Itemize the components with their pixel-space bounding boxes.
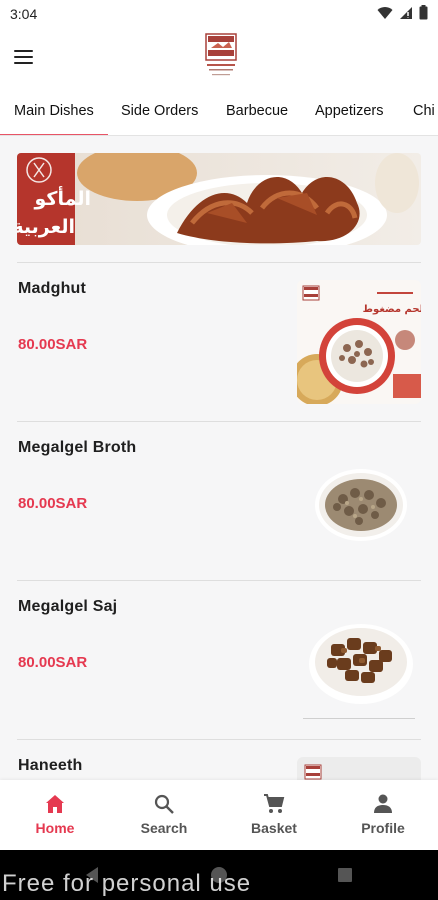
dish-name: Megalgel Broth xyxy=(18,439,137,456)
status-time: 3:04 xyxy=(10,6,38,22)
tab-appetizers[interactable]: Appetizers xyxy=(315,88,384,134)
search-icon xyxy=(154,794,174,814)
recents-icon[interactable] xyxy=(337,867,353,883)
dish-item-megalgel-saj[interactable]: Megalgel Saj 80.00SAR xyxy=(0,581,438,739)
dish-item-madghut[interactable]: Madghut 80.00SAR لحم مضغوط xyxy=(0,263,438,421)
wifi-icon xyxy=(377,6,393,19)
banner-title-line2: العربية xyxy=(17,216,75,238)
category-banner: المأكو العربية xyxy=(17,153,421,245)
app-bar xyxy=(0,28,438,88)
nav-profile[interactable]: Profile xyxy=(328,780,438,850)
bottom-navigation: Home Search Basket Profile xyxy=(0,780,438,850)
dish-image-megalgel-saj xyxy=(297,598,421,722)
dish-image-madghut: لحم مضغوط xyxy=(297,280,421,404)
battery-icon xyxy=(419,5,428,20)
dish-item-haneeth[interactable]: Haneeth xyxy=(0,740,438,780)
watermark-text: Free for personal use xyxy=(2,870,252,897)
dish-image-haneeth xyxy=(297,757,421,780)
dish-name: Haneeth xyxy=(18,757,83,774)
dish-name: Madghut xyxy=(18,280,87,297)
nav-profile-label: Profile xyxy=(361,820,405,836)
tab-main-dishes[interactable]: Main Dishes xyxy=(0,88,108,136)
madghut-photo-caption: لحم مضغوط xyxy=(363,304,421,315)
dish-list[interactable]: المأكو العربية Madghut 80.00SAR لحم مضغو… xyxy=(0,136,438,780)
banner-title-line1: المأكو xyxy=(34,186,91,210)
dish-item-megalgel-broth[interactable]: Megalgel Broth 80.00SAR xyxy=(0,422,438,580)
person-icon xyxy=(374,794,392,813)
tab-chi[interactable]: Chi xyxy=(413,88,435,134)
status-bar: 3:04 xyxy=(0,0,438,28)
category-tabs: Main Dishes Side Orders Barbecue Appetiz… xyxy=(0,88,438,136)
dish-image-megalgel-broth xyxy=(297,439,421,563)
menu-button[interactable] xyxy=(14,44,40,70)
home-icon xyxy=(46,795,64,813)
nav-search[interactable]: Search xyxy=(109,780,219,850)
signal-icon xyxy=(400,6,412,19)
cart-icon xyxy=(264,794,285,813)
restaurant-logo xyxy=(199,32,243,84)
nav-basket[interactable]: Basket xyxy=(219,780,329,850)
dish-price: 80.00SAR xyxy=(18,336,88,353)
nav-home[interactable]: Home xyxy=(0,780,110,850)
dish-price: 80.00SAR xyxy=(18,495,88,512)
tab-barbecue[interactable]: Barbecue xyxy=(226,88,288,134)
status-icons xyxy=(377,5,428,20)
dish-name: Megalgel Saj xyxy=(18,598,118,615)
tab-side-orders[interactable]: Side Orders xyxy=(121,88,198,134)
nav-basket-label: Basket xyxy=(251,820,297,836)
nav-home-label: Home xyxy=(35,820,75,836)
nav-search-label: Search xyxy=(140,820,188,836)
dish-price: 80.00SAR xyxy=(18,654,88,671)
